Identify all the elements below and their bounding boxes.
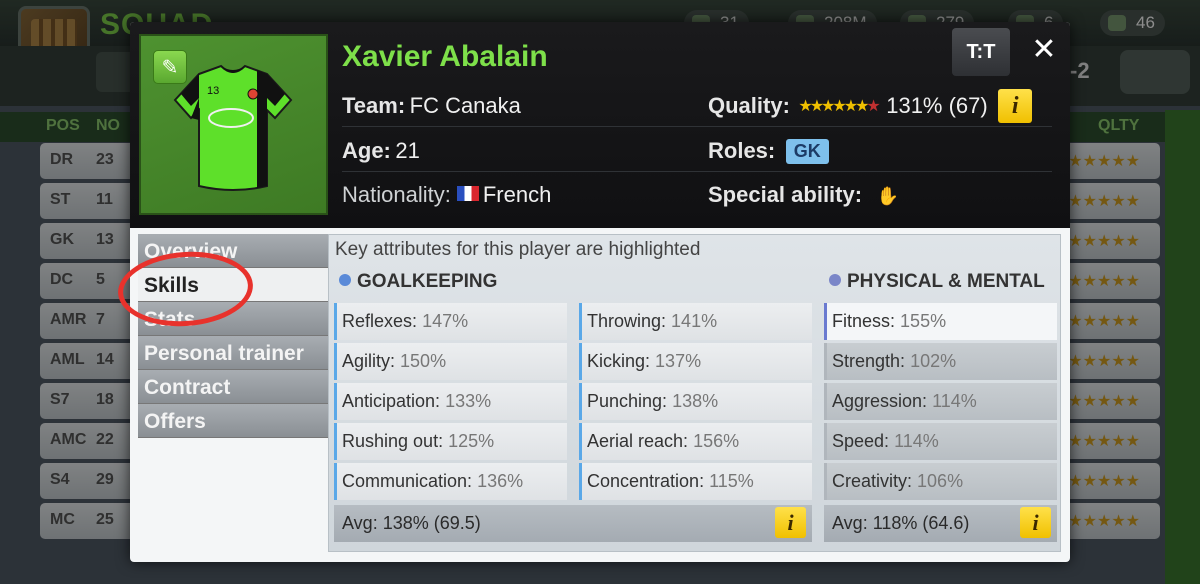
svg-text:13: 13 bbox=[207, 85, 219, 97]
skill-aerial-reach: Aerial reach: 156% bbox=[579, 423, 812, 460]
skill-reflexes: Reflexes: 147% bbox=[334, 303, 567, 340]
quality-label: Quality: bbox=[708, 93, 790, 118]
skill-kicking: Kicking: 137% bbox=[579, 343, 812, 380]
physical-info-button[interactable]: i bbox=[1020, 507, 1051, 538]
skill-punching: Punching: 138% bbox=[579, 383, 812, 420]
skill-agility: Agility: 150% bbox=[334, 343, 567, 380]
tab-personal-trainer[interactable]: Personal trainer bbox=[138, 336, 328, 370]
tab-offers[interactable]: Offers bbox=[138, 404, 328, 438]
roles-row: Roles: GK bbox=[708, 138, 829, 164]
column-header: POS bbox=[46, 117, 80, 134]
glove-icon[interactable]: ✋ bbox=[877, 186, 899, 207]
player-header: 13 ✎ Xavier Abalain Team: FC Canaka Age:… bbox=[130, 22, 1070, 228]
player-name: Xavier Abalain bbox=[342, 40, 548, 73]
physical-average-text: Avg: 118% (64.6) bbox=[832, 513, 970, 533]
tab-contract[interactable]: Contract bbox=[138, 370, 328, 404]
quality-info-button[interactable]: i bbox=[998, 88, 1033, 123]
team-label: Team: bbox=[342, 93, 406, 118]
side-panel-edge bbox=[1165, 110, 1200, 584]
skill-communication: Communication: 136% bbox=[334, 463, 567, 500]
skills-hint: Key attributes for this player are highl… bbox=[335, 239, 701, 260]
quality-value: 131% (67) bbox=[886, 93, 988, 118]
quality-row: Quality: ★★★★★★★ 131% (67) i bbox=[708, 88, 1033, 123]
goalkeeping-info-button[interactable]: i bbox=[775, 507, 806, 538]
shirt-swap-button[interactable]: T:T bbox=[952, 28, 1010, 76]
formation-score: -2 bbox=[1070, 58, 1090, 83]
column-header: QLTY bbox=[1098, 117, 1140, 134]
skill-creativity: Creativity: 106% bbox=[824, 463, 1057, 500]
skill-rushing-out: Rushing out: 125% bbox=[334, 423, 567, 460]
age-value: 21 bbox=[395, 138, 420, 163]
physical-mental-title: PHYSICAL & MENTAL bbox=[829, 271, 1045, 293]
team-value: FC Canaka bbox=[409, 93, 521, 118]
roles-label: Roles: bbox=[708, 138, 776, 163]
skill-speed: Speed: 114% bbox=[824, 423, 1057, 460]
role-badge: GK bbox=[785, 139, 829, 164]
skill-aggression: Aggression: 114% bbox=[824, 383, 1057, 420]
stat-badge: 46 bbox=[1100, 10, 1165, 36]
special-ability-label: Special ability: bbox=[708, 182, 863, 207]
age-label: Age: bbox=[342, 138, 391, 163]
goalkeeping-average-text: Avg: 138% (69.5) bbox=[342, 513, 481, 533]
skill-fitness: Fitness: 155% bbox=[824, 303, 1057, 340]
nationality-label: Nationality: bbox=[342, 182, 451, 207]
player-dialog: 13 ✎ Xavier Abalain Team: FC Canaka Age:… bbox=[130, 22, 1070, 562]
nationality-value: French bbox=[482, 182, 552, 207]
skills-panel: Key attributes for this player are highl… bbox=[328, 234, 1061, 552]
age-row: Age: 21 bbox=[342, 138, 420, 164]
skill-throwing: Throwing: 141% bbox=[579, 303, 812, 340]
team-row: Team: FC Canaka bbox=[342, 93, 521, 119]
chat-icon[interactable] bbox=[1120, 50, 1190, 94]
france-flag-icon bbox=[456, 186, 479, 201]
close-icon[interactable]: ✕ bbox=[1026, 32, 1062, 68]
column-header: NO bbox=[96, 117, 120, 134]
special-ability-row: Special ability: ✋ bbox=[708, 182, 899, 208]
physical-average: Avg: 118% (64.6) i bbox=[824, 505, 1057, 542]
jersey-image: 13 ✎ bbox=[139, 34, 328, 215]
pencil-icon[interactable]: ✎ bbox=[153, 50, 187, 84]
quality-stars-icon: ★★★★★★★ bbox=[798, 98, 881, 115]
nationality-row: Nationality: French bbox=[342, 182, 551, 208]
goalkeeping-title: GOALKEEPING bbox=[339, 271, 497, 293]
goalkeeping-average: Avg: 138% (69.5) i bbox=[334, 505, 812, 542]
skill-concentration: Concentration: 115% bbox=[579, 463, 812, 500]
skill-anticipation: Anticipation: 133% bbox=[334, 383, 567, 420]
skill-strength: Strength: 102% bbox=[824, 343, 1057, 380]
